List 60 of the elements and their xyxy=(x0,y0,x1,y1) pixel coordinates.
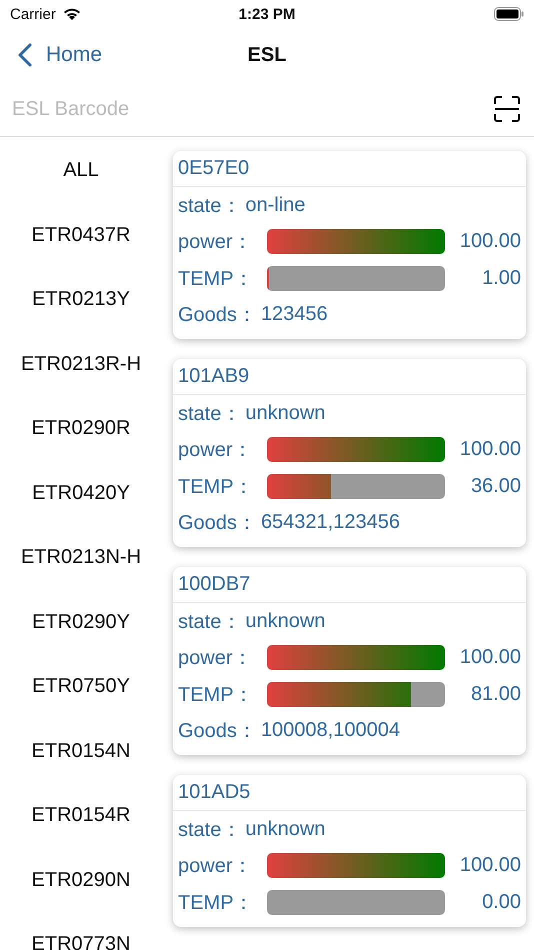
field-value: unknown xyxy=(245,610,326,633)
field-label: TEMP： xyxy=(178,474,255,500)
level-reading: 100.00 xyxy=(458,646,521,670)
search-field[interactable]: ESL Barcode xyxy=(10,96,494,122)
field-value: 123456 xyxy=(260,303,328,326)
category-item[interactable]: ETR0290N xyxy=(0,862,162,927)
device-card[interactable]: 100DB7 state： unknown power： 100.00 TEMP： 81.00 Goods： 100008,100004 xyxy=(173,567,526,755)
device-card[interactable]: 101AB9 state： unknown power： 100.00 TEMP： 36.00 Goods： 654321,123456 xyxy=(173,359,526,547)
field-label: state： xyxy=(178,402,242,427)
category-item[interactable]: ETR0154N xyxy=(0,734,162,798)
category-item[interactable]: ETR0290Y xyxy=(0,604,162,669)
time-label: 1:23 PM xyxy=(238,6,296,22)
device-id: 101AB9 xyxy=(173,359,526,395)
category-item[interactable]: ETR0420Y xyxy=(0,476,162,540)
device-card[interactable]: 101AD5 state： unknown power： 100.00 TEMP： 0.00 xyxy=(173,775,526,926)
back-button[interactable]: Home xyxy=(0,43,102,67)
category-item[interactable]: ETR0154R xyxy=(0,798,162,862)
field-label: TEMP： xyxy=(178,682,255,708)
field-label: power： xyxy=(178,646,254,672)
field-value: unknown xyxy=(245,402,326,425)
field-label: state： xyxy=(178,194,242,219)
device-card[interactable]: 0E57E0 state： on-line power： 100.00 TEMP： 1.00 Goods： 123456 xyxy=(173,151,526,339)
level-reading: 36.00 xyxy=(470,474,521,498)
level-reading: 81.00 xyxy=(470,682,521,706)
chevron-icon xyxy=(18,43,32,67)
field-label: TEMP： xyxy=(178,266,255,292)
level-reading: 1.00 xyxy=(481,266,521,290)
level-reading: 100.00 xyxy=(458,438,521,462)
category-item[interactable]: ETR0290R xyxy=(0,411,162,476)
level-reading: 100.00 xyxy=(458,230,521,254)
field-label: Goods： xyxy=(178,719,257,744)
field-label: TEMP： xyxy=(178,890,255,916)
field-label: Goods： xyxy=(178,511,257,536)
field-value: 654321,123456 xyxy=(260,511,400,534)
field-label: power： xyxy=(178,230,254,256)
category-item[interactable]: ETR0213R-H xyxy=(0,346,162,411)
category-item[interactable]: ETR0750Y xyxy=(0,669,162,734)
field-value: on-line xyxy=(245,194,306,217)
device-id: 0E57E0 xyxy=(173,151,526,187)
field-value: unknown xyxy=(245,818,326,841)
field-value: 100008,100004 xyxy=(260,719,400,742)
category-item[interactable]: ALL xyxy=(0,153,162,218)
field-label: power： xyxy=(178,438,254,464)
field-label: state： xyxy=(178,610,242,635)
field-label: power： xyxy=(178,854,254,880)
category-item[interactable]: ETR0213Y xyxy=(0,282,162,346)
category-item[interactable]: ETR0773N xyxy=(0,927,162,950)
device-id: 101AD5 xyxy=(173,775,526,811)
category-item[interactable]: ETR0437R xyxy=(0,218,162,282)
carrier-label: Carrier xyxy=(10,6,56,22)
category-item[interactable]: ETR0213N-H xyxy=(0,540,162,604)
level-reading: 0.00 xyxy=(481,890,521,914)
device-id: 100DB7 xyxy=(173,567,526,603)
field-label: state： xyxy=(178,818,242,843)
battery-icon xyxy=(494,7,524,21)
wifi-icon xyxy=(62,7,82,21)
nav-title: ESL xyxy=(248,44,286,66)
scan-icon[interactable] xyxy=(494,96,520,122)
level-reading: 100.00 xyxy=(458,854,521,878)
field-label: Goods： xyxy=(178,303,257,328)
